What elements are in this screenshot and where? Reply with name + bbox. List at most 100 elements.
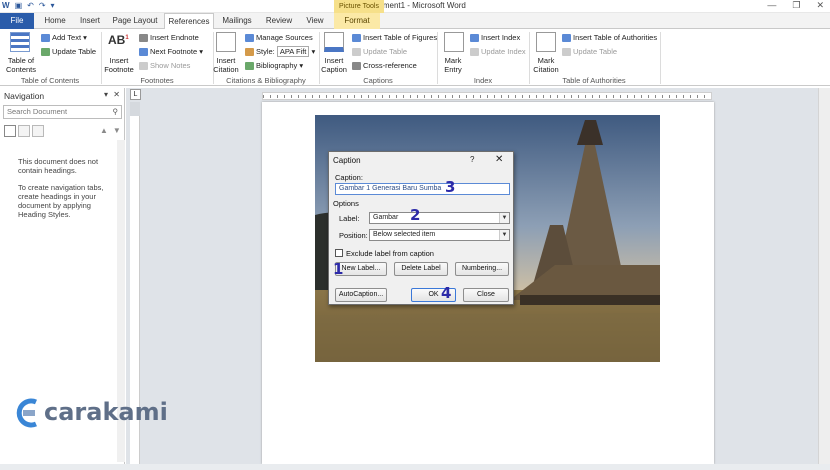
update-tof-button[interactable]: Update Table: [352, 47, 408, 57]
next-footnote-icon: [139, 48, 148, 57]
insert-table-of-figures-button[interactable]: Insert Table of Figures: [352, 33, 438, 43]
tab-references[interactable]: References: [164, 13, 214, 30]
pane-options-icon[interactable]: ▾: [104, 90, 108, 99]
horizontal-ruler[interactable]: [262, 92, 712, 100]
ruler-margin: [130, 102, 140, 116]
update-index-button[interactable]: Update Index: [470, 47, 526, 57]
next-arrow-icon[interactable]: ▼: [113, 126, 126, 135]
show-notes-button[interactable]: Show Notes: [139, 61, 191, 71]
tab-home[interactable]: Home: [38, 13, 72, 29]
position-dropdown[interactable]: Below selected item ▼: [369, 229, 510, 241]
insert-index-button[interactable]: Insert Index: [470, 33, 521, 43]
position-label: Position:: [339, 231, 368, 240]
tab-mailings[interactable]: Mailings: [216, 13, 258, 29]
navigation-title: Navigation: [4, 91, 45, 101]
nav-arrows: ▲▼: [100, 126, 126, 135]
tab-insert[interactable]: Insert: [74, 13, 106, 29]
mark-citation-icon: [536, 32, 556, 52]
label-value: Gambar: [373, 214, 399, 221]
tab-review[interactable]: Review: [260, 13, 298, 29]
update-table-icon: [41, 48, 50, 57]
insert-citation-button[interactable]: Insert Citation: [210, 56, 242, 74]
no-headings-text: This document does not contain headings.: [18, 157, 99, 175]
mark-citation-button[interactable]: Mark Citation: [530, 56, 562, 74]
update-table-label: Update Table: [52, 47, 97, 56]
help-button[interactable]: ?: [470, 155, 474, 164]
delete-label-button[interactable]: Delete Label: [394, 262, 448, 276]
update-toa-label: Update Table: [573, 47, 618, 56]
autocaption-button[interactable]: AutoCaption...: [335, 288, 387, 302]
label-dropdown[interactable]: Gambar ▼: [369, 212, 510, 224]
tab-file[interactable]: File: [0, 13, 34, 29]
search-icon[interactable]: ⚲: [113, 106, 119, 118]
close-button[interactable]: Close: [463, 288, 509, 302]
pages-view-icon[interactable]: [18, 125, 30, 137]
caption-label: Caption:: [335, 173, 363, 182]
add-text-button[interactable]: Add Text ▾: [41, 33, 87, 43]
insert-toa-label: Insert Table of Authorities: [573, 33, 658, 42]
tab-page-layout[interactable]: Page Layout: [108, 13, 162, 29]
insert-footnote-button[interactable]: Insert Footnote: [104, 56, 134, 74]
cross-reference-icon: [352, 62, 361, 71]
group-captions: Captions: [363, 76, 393, 85]
tab-view[interactable]: View: [300, 13, 330, 29]
style-selector[interactable]: Style: APA Fift ▾: [245, 46, 315, 57]
update-tof-icon: [352, 48, 361, 57]
status-bar: [0, 464, 830, 470]
cross-reference-button[interactable]: Cross-reference: [352, 61, 417, 71]
update-tof-label: Update Table: [363, 47, 408, 56]
step-marker-2: 2: [410, 206, 421, 224]
brand-watermark: carakami: [44, 398, 168, 426]
insert-table-of-figures-label: Insert Table of Figures: [363, 33, 438, 42]
headings-view-icon[interactable]: [4, 125, 16, 137]
bibliography-icon: [245, 62, 254, 71]
step-marker-3: 3: [445, 178, 456, 196]
close-window-icon[interactable]: ✕: [816, 0, 824, 11]
insert-index-icon: [470, 34, 479, 43]
insert-toa-button[interactable]: Insert Table of Authorities: [562, 33, 658, 43]
exclude-label-checkbox[interactable]: [335, 249, 343, 257]
update-toa-button[interactable]: Update Table: [562, 47, 618, 57]
step-marker-1: 1: [333, 260, 344, 278]
update-table-button[interactable]: Update Table: [41, 47, 97, 57]
manage-sources-label: Manage Sources: [256, 33, 313, 42]
tab-selector-button[interactable]: L: [130, 89, 141, 100]
insert-citation-icon: [216, 32, 236, 52]
vertical-scrollbar[interactable]: [818, 88, 830, 464]
numbering-button[interactable]: Numbering...: [455, 262, 509, 276]
insert-endnote-button[interactable]: Insert Endnote: [139, 33, 199, 43]
caption-text-field[interactable]: Gambar 1 Generasi Baru Sumba: [335, 183, 510, 195]
mark-entry-icon: [444, 32, 464, 52]
close-pane-icon[interactable]: ✕: [113, 90, 120, 99]
manage-sources-button[interactable]: Manage Sources: [245, 33, 313, 43]
group-citations: Citations & Bibliography: [226, 76, 306, 85]
group-table-of-contents: Table of Contents: [20, 76, 80, 85]
create-headings-hint: To create navigation tabs, create headin…: [18, 183, 104, 219]
group-footnotes: Footnotes: [140, 76, 174, 85]
results-view-icon[interactable]: [32, 125, 44, 137]
update-index-label: Update Index: [481, 47, 526, 56]
mark-entry-button[interactable]: Mark Entry: [440, 56, 466, 74]
minimize-icon[interactable]: —: [767, 0, 776, 11]
insert-endnote-label: Insert Endnote: [150, 33, 199, 42]
show-notes-label: Show Notes: [150, 61, 191, 70]
chevron-down-icon: ▼: [499, 230, 509, 240]
table-of-contents-button[interactable]: Table of Contents: [4, 56, 38, 74]
next-footnote-button[interactable]: Next Footnote ▾: [139, 47, 203, 57]
style-dropdown[interactable]: APA Fift: [276, 46, 310, 57]
chevron-down-icon: ▼: [499, 213, 509, 223]
search-document-input[interactable]: Search Document ⚲: [3, 105, 122, 119]
previous-arrow-icon[interactable]: ▲: [100, 126, 113, 135]
bibliography-button[interactable]: Bibliography ▾: [245, 61, 303, 71]
brand-logo-icon: [14, 398, 40, 430]
insert-caption-button[interactable]: Insert Caption: [320, 56, 348, 74]
next-footnote-label: Next Footnote: [150, 47, 198, 56]
separator: [660, 32, 661, 84]
tab-format[interactable]: Format: [334, 13, 380, 29]
restore-icon[interactable]: ❐: [792, 0, 800, 11]
dialog-close-icon[interactable]: ✕: [495, 154, 503, 165]
insert-index-label: Insert Index: [481, 33, 521, 42]
insert-caption-icon: [324, 32, 344, 52]
style-label: Style:: [256, 47, 275, 56]
show-notes-icon: [139, 62, 148, 71]
